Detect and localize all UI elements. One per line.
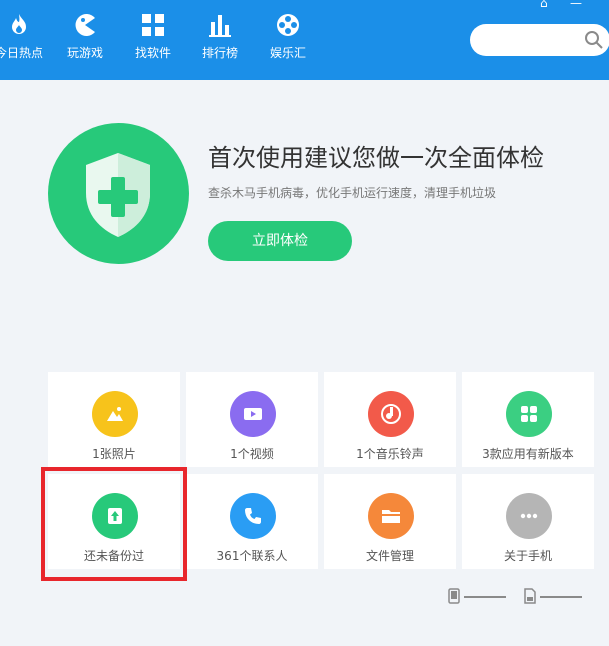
nav-label: 今日热点 xyxy=(0,46,43,60)
phone-icon xyxy=(230,493,276,539)
nav-item-software[interactable]: 找软件 xyxy=(122,6,184,72)
tile-label: 1张照片 xyxy=(92,447,136,461)
tile-label: 1个视频 xyxy=(230,447,274,461)
search-box xyxy=(470,24,609,56)
tile-contacts[interactable]: 361个联系人 xyxy=(186,474,318,569)
tile-label: 文件管理 xyxy=(365,549,414,563)
hero-subtitle: 查杀木马手机病毒，优化手机运行速度，清理手机垃圾 xyxy=(208,186,497,200)
nav-label: 娱乐汇 xyxy=(269,46,306,60)
apps-grid-icon xyxy=(142,14,164,36)
tile-label: 1个音乐铃声 xyxy=(356,447,424,461)
shield-plus-icon xyxy=(86,153,150,237)
phone-storage-indicator[interactable] xyxy=(448,588,506,608)
tile-videos[interactable]: 1个视频 xyxy=(186,372,318,467)
tile-about-phone[interactable]: 关于手机 xyxy=(462,474,594,569)
top-navigation-bar: 今日热点 玩游戏 找软件 排行榜 娱乐汇 ⌂ — xyxy=(0,0,609,80)
health-check-shield xyxy=(48,123,189,264)
gamepad-icon xyxy=(75,14,95,36)
hero-title: 首次使用建议您做一次全面体检 xyxy=(208,144,544,172)
nav-item-entertainment[interactable]: 娱乐汇 xyxy=(257,6,319,72)
music-icon xyxy=(368,391,414,437)
film-reel-icon xyxy=(277,14,299,36)
window-control-icon[interactable]: ⌂ xyxy=(540,0,548,10)
start-check-button[interactable]: 立即体检 xyxy=(208,221,352,261)
nav-item-hot-news[interactable]: 今日热点 xyxy=(0,6,50,72)
minimize-icon[interactable]: — xyxy=(570,0,582,10)
tile-label: 361个联系人 xyxy=(216,549,288,563)
nav-item-games[interactable]: 玩游戏 xyxy=(54,6,116,72)
nav-label: 排行榜 xyxy=(201,46,238,60)
bar-chart-icon xyxy=(209,15,231,37)
search-icon[interactable] xyxy=(584,30,604,50)
tile-label: 关于手机 xyxy=(503,549,552,563)
sd-card-icon xyxy=(524,588,536,604)
more-icon xyxy=(506,493,552,539)
tile-ringtones[interactable]: 1个音乐铃声 xyxy=(324,372,456,467)
phone-storage-icon xyxy=(448,588,460,604)
photo-icon xyxy=(92,391,138,437)
nav-label: 找软件 xyxy=(134,46,171,60)
nav-label: 玩游戏 xyxy=(66,46,103,60)
sd-storage-indicator[interactable] xyxy=(524,588,582,608)
phone-storage-bar xyxy=(464,596,506,598)
highlight-box xyxy=(41,467,187,581)
tile-photos[interactable]: 1张照片 xyxy=(48,372,180,467)
search-input[interactable] xyxy=(484,30,584,52)
sd-storage-bar xyxy=(540,596,582,598)
tile-label: 3款应用有新版本 xyxy=(482,447,574,461)
tile-file-manager[interactable]: 文件管理 xyxy=(324,474,456,569)
tile-app-updates[interactable]: 3款应用有新版本 xyxy=(462,372,594,467)
folder-icon xyxy=(368,493,414,539)
apps-icon xyxy=(506,391,552,437)
flame-icon xyxy=(12,14,26,34)
nav-item-rankings[interactable]: 排行榜 xyxy=(189,6,251,72)
video-icon xyxy=(230,391,276,437)
